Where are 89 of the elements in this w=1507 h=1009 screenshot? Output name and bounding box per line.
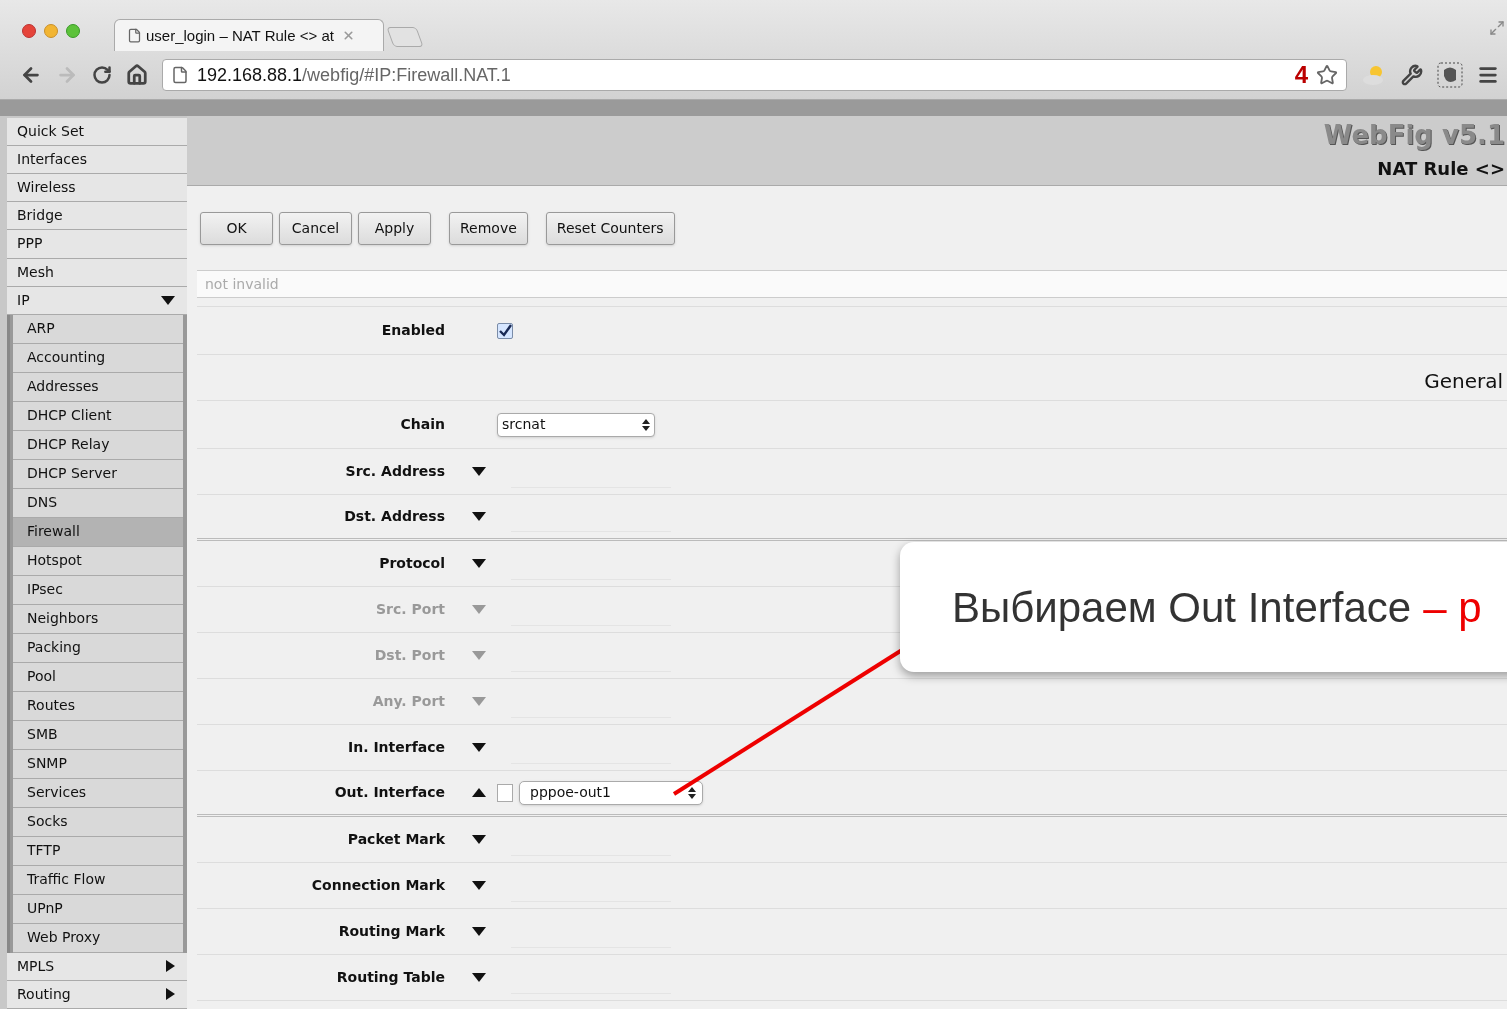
field-label: Out. Interface xyxy=(333,783,445,802)
address-bar[interactable]: 192.168.88.1/webfig/#IP:Firewall.NAT.1 4 xyxy=(162,59,1347,92)
wrench-icon[interactable] xyxy=(1401,64,1423,87)
checkmark-icon xyxy=(498,323,512,338)
status-field[interactable]: not invalid xyxy=(197,270,1507,298)
field-label: Connection Mark xyxy=(310,876,445,895)
browser-tab[interactable]: user_login – NAT Rule <> at xyxy=(114,19,384,52)
sidebar-item[interactable]: DNS xyxy=(13,488,183,518)
sidebar-item[interactable]: Mesh xyxy=(7,258,187,287)
field-label: Src. Port xyxy=(375,600,445,619)
sidebar-item[interactable]: Bridge xyxy=(7,202,187,231)
page-title: NAT Rule <> xyxy=(1377,157,1506,181)
field-label: Any. Port xyxy=(371,692,445,711)
field-label: Dst. Port xyxy=(373,646,445,665)
sidebar-item[interactable]: Wireless xyxy=(7,174,187,203)
field-label: Chain xyxy=(399,415,445,434)
field-label: Packet Mark xyxy=(346,830,445,849)
sidebar-item[interactable]: Quick Set xyxy=(7,118,187,147)
sidebar-item[interactable]: Neighbors xyxy=(13,604,183,634)
sidebar-item[interactable]: Traffic Flow xyxy=(13,865,183,895)
home-icon[interactable] xyxy=(126,64,148,87)
sidebar-item[interactable]: Routing xyxy=(7,980,187,1009)
expand-arrow-icon[interactable] xyxy=(472,927,486,936)
sidebar-item[interactable]: SMB xyxy=(13,720,183,750)
expand-arrow-icon[interactable] xyxy=(472,973,486,982)
submenu-arrow-icon[interactable] xyxy=(166,960,175,973)
invert-checkbox[interactable] xyxy=(497,783,513,802)
sidebar-item[interactable]: SNMP xyxy=(13,749,183,779)
sidebar-item[interactable]: UPnP xyxy=(13,894,183,924)
reload-icon[interactable] xyxy=(92,65,112,86)
chain-select[interactable]: srcnat xyxy=(497,412,655,437)
field-label: Routing Table xyxy=(335,968,445,987)
expand-arrow-icon[interactable] xyxy=(472,835,486,844)
sidebar-item[interactable]: Services xyxy=(13,778,183,808)
sidebar-item[interactable]: Addresses xyxy=(13,372,183,402)
toolbar-button[interactable]: Remove xyxy=(449,212,528,245)
interface-select[interactable]: pppoe-out1 xyxy=(519,780,703,805)
page-icon xyxy=(127,28,142,44)
field-label: In. Interface xyxy=(347,738,445,757)
field-label: Routing Mark xyxy=(337,922,445,941)
counter-label: 4 xyxy=(1294,60,1308,91)
sidebar-item[interactable]: Accounting xyxy=(13,343,183,373)
collapse-arrow-icon[interactable] xyxy=(472,788,486,797)
sidebar-item[interactable]: Interfaces xyxy=(7,146,187,175)
sidebar-item[interactable]: TFTP xyxy=(13,836,183,866)
stepper-icon xyxy=(642,418,650,431)
sidebar-item[interactable]: Web Proxy xyxy=(13,923,183,953)
toolbar-button[interactable]: Reset Counters xyxy=(545,212,675,245)
submenu-arrow-icon[interactable] xyxy=(166,988,175,1001)
sidebar-item[interactable]: Firewall xyxy=(13,517,183,547)
field-label: Enabled xyxy=(380,321,445,340)
stepper-icon xyxy=(688,786,696,799)
field-label: Dst. Address xyxy=(343,507,445,526)
field-label: Src. Address xyxy=(344,462,445,481)
sidebar-item[interactable]: ARP xyxy=(13,314,183,344)
url-text: 192.168.88.1/webfig/#IP:Firewall.NAT.1 xyxy=(197,63,511,87)
fullscreen-icon[interactable] xyxy=(1489,20,1505,36)
sidebar-item[interactable]: Packing xyxy=(13,633,183,663)
callout-accent: – р xyxy=(1423,582,1482,633)
enabled-checkbox[interactable] xyxy=(497,322,513,339)
toolbar-button[interactable]: Cancel xyxy=(279,212,352,245)
expand-arrow-icon[interactable] xyxy=(161,295,175,305)
expand-arrow-icon[interactable] xyxy=(472,512,486,521)
zoom-window-button[interactable] xyxy=(66,24,80,38)
sidebar-item[interactable]: DHCP Server xyxy=(13,459,183,489)
sidebar-item[interactable]: PPP xyxy=(7,230,187,259)
expand-arrow-icon[interactable] xyxy=(472,743,486,752)
sidebar-item[interactable]: Pool xyxy=(13,662,183,692)
expand-arrow-icon[interactable] xyxy=(472,559,486,568)
toolbar-button[interactable]: Apply xyxy=(358,212,431,245)
sidebar-item[interactable]: IPsec xyxy=(13,575,183,605)
expand-arrow-icon[interactable] xyxy=(472,467,486,476)
close-window-button[interactable] xyxy=(22,24,36,38)
sidebar-item[interactable]: MPLS xyxy=(7,952,187,981)
sidebar-item[interactable]: DHCP Client xyxy=(13,401,183,431)
close-tab-icon[interactable] xyxy=(341,29,355,43)
callout-text: Выбираем Out Interface xyxy=(952,582,1412,633)
section-heading: General xyxy=(1424,368,1504,395)
field-label: Protocol xyxy=(378,554,445,573)
star-icon[interactable] xyxy=(1316,64,1338,87)
sidebar-item[interactable]: Hotspot xyxy=(13,546,183,576)
sidebar-item[interactable]: Socks xyxy=(13,807,183,837)
sidebar-item[interactable]: IP xyxy=(7,286,187,315)
app-title: WebFig v5.1 xyxy=(1323,119,1506,152)
expand-arrow-icon[interactable] xyxy=(472,881,486,890)
toolbar-button[interactable]: OK xyxy=(200,212,273,245)
sidebar-item[interactable]: Routes xyxy=(13,691,183,721)
sidebar-item[interactable]: DHCP Relay xyxy=(13,430,183,460)
page-icon xyxy=(171,66,189,85)
